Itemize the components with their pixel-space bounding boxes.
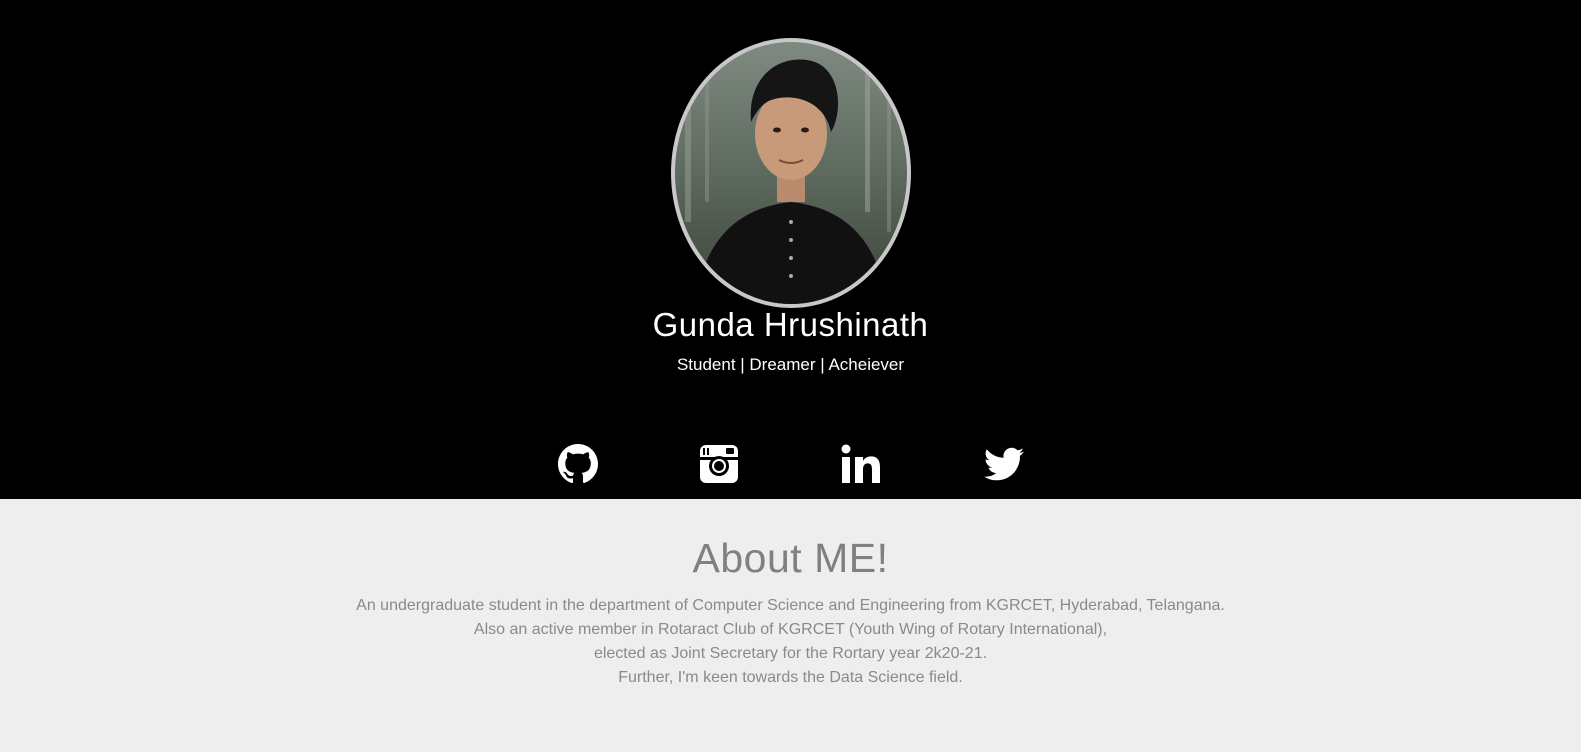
avatar-frame bbox=[671, 38, 911, 308]
avatar bbox=[675, 42, 907, 304]
about-section: About ME! An undergraduate student in th… bbox=[0, 499, 1581, 752]
github-icon bbox=[558, 444, 598, 484]
hero-header: Gunda Hrushinath Student | Dreamer | Ach… bbox=[0, 0, 1581, 499]
about-line: elected as Joint Secretary for the Rorta… bbox=[593, 645, 988, 662]
linkedin-link[interactable] bbox=[841, 444, 881, 484]
github-link[interactable] bbox=[558, 444, 598, 484]
twitter-icon bbox=[984, 447, 1024, 481]
about-line: An undergraduate student in the departme… bbox=[356, 597, 1225, 614]
instagram-icon bbox=[700, 445, 738, 483]
profile-name: Gunda Hrushinath bbox=[652, 306, 929, 343]
about-title: About ME! bbox=[692, 535, 889, 581]
twitter-link[interactable] bbox=[984, 444, 1024, 484]
instagram-link[interactable] bbox=[699, 444, 739, 484]
about-line: Further, I'm keen towards the Data Scien… bbox=[618, 669, 963, 686]
about-line: Also an active member in Rotaract Club o… bbox=[473, 621, 1108, 638]
profile-tagline: Student | Dreamer | Acheiever bbox=[676, 355, 905, 374]
linkedin-icon bbox=[841, 444, 880, 483]
about-description: An undergraduate student in the departme… bbox=[0, 594, 1581, 690]
